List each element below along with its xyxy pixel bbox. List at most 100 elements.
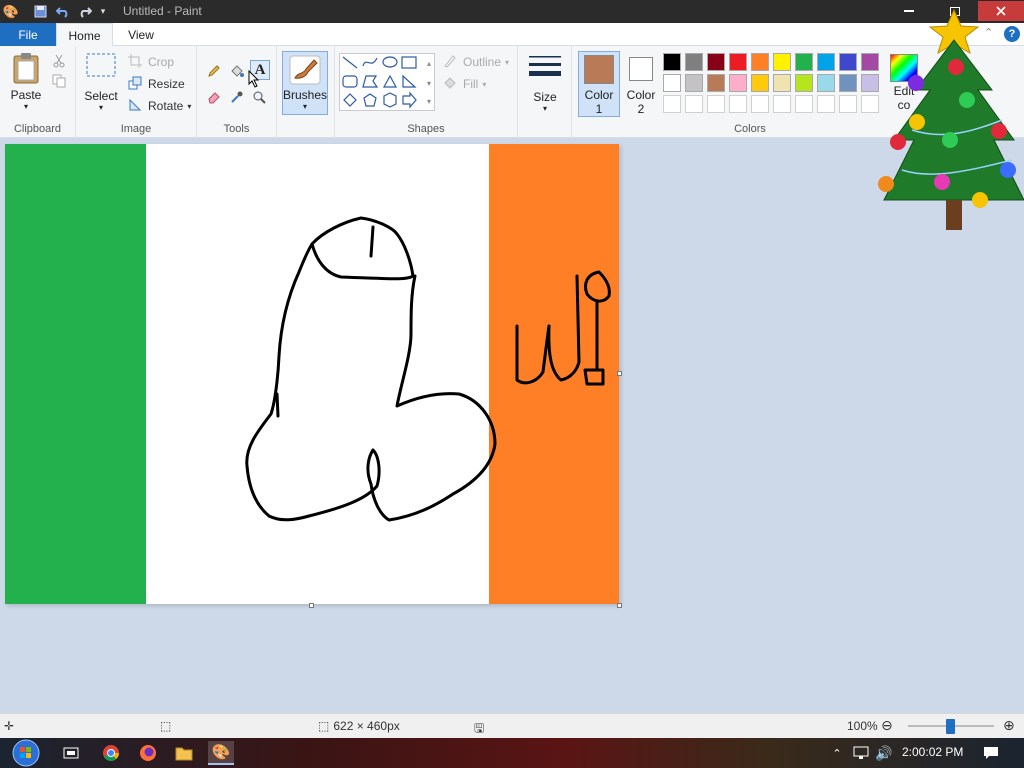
palette-swatch[interactable] — [729, 53, 747, 71]
brushes-button[interactable]: Brushes ▾ — [282, 51, 328, 115]
cut-icon[interactable] — [50, 52, 68, 70]
gallery-scroll-down-icon[interactable]: ▾ — [420, 74, 438, 92]
canvas-resize-handle-bottom[interactable] — [309, 603, 314, 608]
select-button[interactable]: Select ▾ — [84, 52, 118, 112]
palette-swatch[interactable] — [707, 53, 725, 71]
line-size-icon — [529, 56, 561, 76]
pencil-icon[interactable] — [205, 62, 223, 80]
zoom-slider-thumb[interactable] — [946, 719, 955, 734]
outline-icon — [443, 54, 459, 70]
outline-button[interactable]: Outline ▾ — [443, 54, 509, 70]
copy-icon[interactable] — [50, 72, 68, 90]
file-explorer-icon[interactable] — [171, 741, 197, 765]
rotate-label: Rotate — [148, 99, 184, 113]
gallery-scroll-up-icon[interactable]: ▴ — [420, 54, 438, 72]
volume-icon[interactable]: 🔊 — [871, 741, 897, 765]
resize-icon — [128, 76, 144, 92]
paste-button[interactable]: Paste ▾ — [8, 52, 44, 111]
palette-swatch[interactable] — [795, 74, 813, 92]
palette-swatch[interactable] — [773, 53, 791, 71]
chevron-down-icon: ▾ — [187, 101, 192, 111]
start-button[interactable] — [8, 738, 44, 768]
zoom-in-button[interactable]: ⊕ — [1003, 717, 1015, 734]
palette-swatch[interactable] — [707, 74, 725, 92]
paint-taskbar-icon[interactable]: 🎨 — [208, 741, 234, 765]
flag-orange-stripe — [489, 144, 619, 604]
mouse-cursor-icon — [247, 70, 261, 88]
tab-file[interactable]: File — [0, 23, 56, 46]
palette-empty-swatch[interactable] — [663, 95, 681, 113]
action-center-icon[interactable] — [978, 741, 1004, 765]
palette-swatch[interactable] — [839, 53, 857, 71]
canvas-resize-handle-right[interactable] — [617, 371, 622, 376]
gallery-expand-icon[interactable]: ▾ — [420, 92, 438, 110]
tools-group: A Tools — [197, 46, 277, 138]
crop-icon — [128, 54, 144, 70]
tab-home[interactable]: Home — [56, 23, 113, 47]
palette-swatch[interactable] — [685, 53, 703, 71]
palette-empty-swatch[interactable] — [795, 95, 813, 113]
select-label: Select — [84, 89, 118, 103]
rotate-icon — [128, 98, 144, 114]
fill-button[interactable]: Fill ▾ — [443, 76, 486, 92]
zoom-level: 100% — [847, 719, 878, 733]
eraser-icon[interactable] — [205, 88, 223, 106]
undo-icon[interactable] — [54, 3, 72, 20]
palette-swatch[interactable] — [839, 74, 857, 92]
palette-swatch[interactable] — [817, 53, 835, 71]
palette-swatch[interactable] — [729, 74, 747, 92]
palette-empty-swatch[interactable] — [729, 95, 747, 113]
zoom-out-button[interactable]: ⊖ — [881, 717, 893, 734]
color2-label: Color — [626, 88, 656, 102]
canvas-size-text: 622 × 460px — [333, 719, 400, 733]
palette-swatch[interactable] — [685, 74, 703, 92]
crop-button[interactable]: Crop — [128, 54, 174, 70]
resize-button[interactable]: Resize — [128, 76, 185, 92]
palette-empty-swatch[interactable] — [839, 95, 857, 113]
palette-swatch[interactable] — [663, 53, 681, 71]
palette-swatch[interactable] — [751, 74, 769, 92]
crop-label: Crop — [148, 55, 175, 69]
save-icon[interactable] — [32, 3, 48, 20]
size-button[interactable]: Size ▾ — [526, 54, 564, 113]
flag-green-stripe — [5, 144, 146, 604]
color1-label: Color — [584, 88, 614, 102]
palette-empty-swatch[interactable] — [751, 95, 769, 113]
firefox-icon[interactable] — [135, 741, 161, 765]
chrome-icon[interactable] — [98, 741, 124, 765]
outline-label: Outline — [463, 55, 502, 69]
clipboard-group: Paste ▾ Clipboard — [0, 46, 76, 138]
palette-swatch[interactable] — [663, 74, 681, 92]
palette-empty-swatch[interactable] — [817, 95, 835, 113]
palette-swatch[interactable] — [751, 53, 769, 71]
redo-icon[interactable] — [76, 3, 94, 20]
brushes-label: Brushes — [282, 88, 328, 102]
color2-swatch — [629, 57, 653, 81]
tab-view[interactable]: View — [116, 23, 166, 46]
chevron-down-icon: ▾ — [482, 79, 487, 89]
customize-quick-access-icon[interactable]: ▾ — [97, 3, 109, 20]
chevron-down-icon: ▾ — [505, 57, 510, 67]
palette-swatch[interactable] — [817, 74, 835, 92]
palette-swatch[interactable] — [773, 74, 791, 92]
palette-empty-swatch[interactable] — [707, 95, 725, 113]
fill-bucket-icon[interactable] — [228, 62, 246, 80]
color2-button[interactable]: Color 2 — [623, 51, 659, 117]
drawing-canvas[interactable] — [5, 144, 619, 604]
canvas-size-icon: ⬚ — [318, 719, 330, 733]
color-picker-icon[interactable] — [228, 88, 246, 106]
show-hidden-icons[interactable]: ⌃ — [824, 741, 850, 765]
taskbar: 🎨 ⌃ 🔊 2:00:02 PM — [0, 738, 1024, 768]
color1-button[interactable]: Color 1 — [578, 51, 620, 117]
paint-app-icon[interactable]: 🎨 — [2, 3, 20, 20]
palette-empty-swatch[interactable] — [685, 95, 703, 113]
canvas-resize-handle-corner[interactable] — [617, 603, 622, 608]
palette-swatch[interactable] — [795, 53, 813, 71]
shapes-group-label: Shapes — [407, 123, 445, 135]
canvas-drawing — [5, 144, 619, 604]
magnifier-icon[interactable] — [250, 88, 268, 106]
task-view-icon[interactable] — [58, 741, 84, 765]
rotate-button[interactable]: Rotate ▾ — [128, 98, 191, 114]
palette-empty-swatch[interactable] — [773, 95, 791, 113]
taskbar-clock[interactable]: 2:00:02 PM — [902, 745, 963, 759]
